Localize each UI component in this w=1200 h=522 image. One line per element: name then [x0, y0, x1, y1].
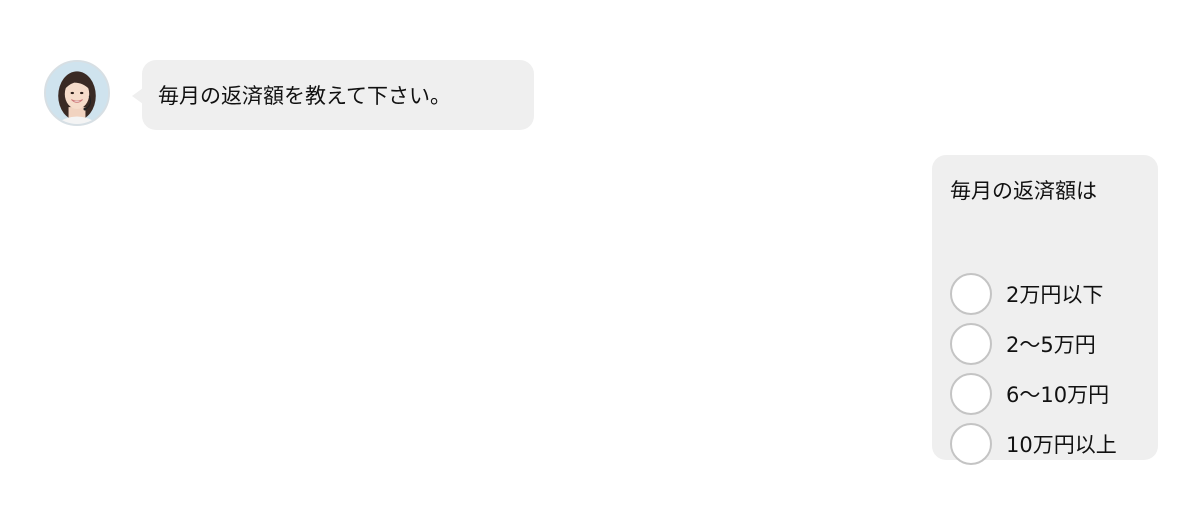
option-label: 2万円以下: [1006, 283, 1104, 307]
reply-question: 毎月の返済額は: [950, 179, 1097, 203]
option-60k-100k[interactable]: 6〜10万円: [950, 369, 1158, 419]
agent-message-bubble: 毎月の返済額を教えて下さい。: [132, 60, 534, 130]
radio-button[interactable]: [950, 273, 992, 315]
chat-window: 毎月の返済額を教えて下さい。 毎月の返済額は 2万円以下 2〜5万円 6〜10万…: [0, 0, 1200, 522]
option-label: 2〜5万円: [1006, 333, 1096, 357]
radio-button[interactable]: [950, 423, 992, 465]
option-under-20k[interactable]: 2万円以下: [950, 269, 1158, 319]
operator-avatar: [44, 60, 110, 126]
payment-options: 2万円以下 2〜5万円 6〜10万円 10万円以上: [950, 269, 1158, 469]
operator-avatar-icon: [46, 62, 108, 124]
radio-button[interactable]: [950, 373, 992, 415]
option-20k-50k[interactable]: 2〜5万円: [950, 319, 1158, 369]
option-label: 10万円以上: [1006, 433, 1117, 457]
option-over-100k[interactable]: 10万円以上: [950, 419, 1158, 469]
radio-button[interactable]: [950, 323, 992, 365]
option-label: 6〜10万円: [1006, 383, 1110, 407]
reply-form-bubble: 毎月の返済額は 2万円以下 2〜5万円 6〜10万円 10万円以上: [932, 155, 1158, 465]
agent-message-text: 毎月の返済額を教えて下さい。: [158, 84, 451, 108]
